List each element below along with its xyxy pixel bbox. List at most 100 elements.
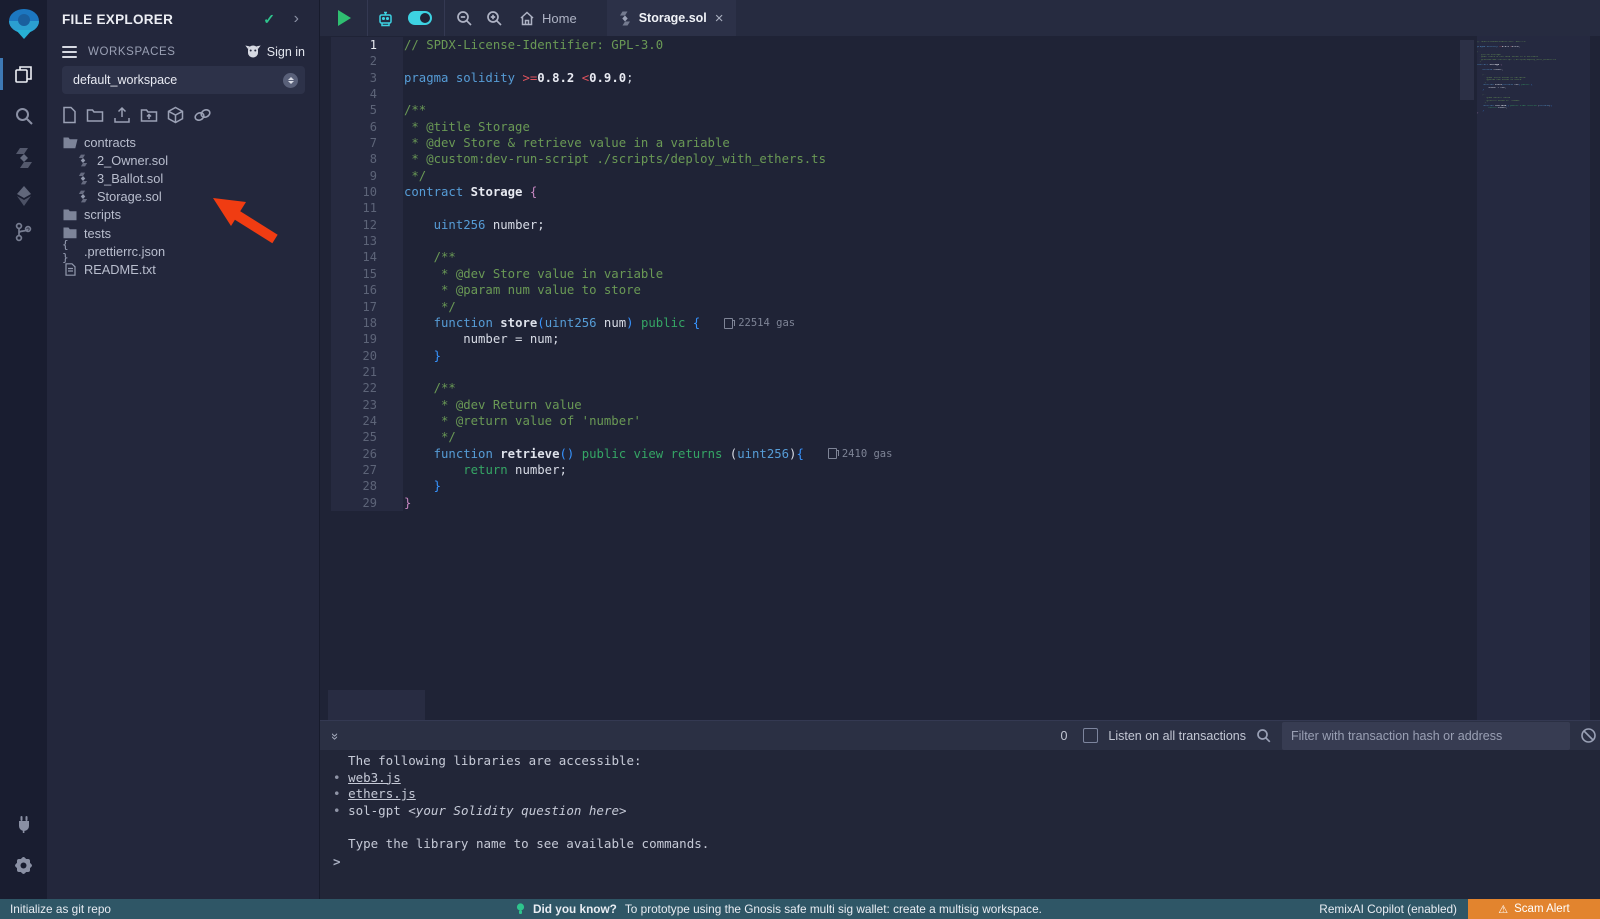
- git-branch-icon[interactable]: [0, 214, 47, 250]
- tree-item--prettierrc-json[interactable]: { }.prettierrc.json: [47, 242, 319, 260]
- code-line-26[interactable]: 26 function retrieve() public view retur…: [331, 446, 892, 462]
- line-number[interactable]: 28: [331, 478, 403, 494]
- code-line-5[interactable]: 5/**: [331, 102, 892, 118]
- code-line-7[interactable]: 7 * @dev Store & retrieve value in a var…: [331, 135, 892, 151]
- line-number[interactable]: 22: [331, 380, 403, 396]
- code-line-24[interactable]: 24 * @return value of 'number': [331, 413, 892, 429]
- line-number[interactable]: 7: [331, 135, 403, 151]
- code-line-8[interactable]: 8 * @custom:dev-run-script ./scripts/dep…: [331, 151, 892, 167]
- line-number[interactable]: 25: [331, 429, 403, 445]
- code-line-4[interactable]: 4: [331, 86, 892, 102]
- workspace-select[interactable]: default_workspace: [62, 66, 305, 94]
- filter-input[interactable]: [1282, 722, 1570, 750]
- home-tab[interactable]: Home: [519, 11, 577, 26]
- line-number[interactable]: 17: [331, 299, 403, 315]
- tree-item-scripts[interactable]: scripts: [47, 206, 319, 224]
- scam-alert-button[interactable]: ⚠ Scam Alert: [1468, 899, 1600, 919]
- code-line-16[interactable]: 16 * @param num value to store: [331, 282, 892, 298]
- copilot-toggle[interactable]: [408, 11, 432, 25]
- line-number[interactable]: 5: [331, 102, 403, 118]
- zoom-out-icon[interactable]: [449, 0, 479, 36]
- sign-in-button[interactable]: Sign in: [245, 45, 305, 59]
- import-link-icon[interactable]: [193, 107, 212, 123]
- tree-item-contracts[interactable]: contracts: [47, 133, 319, 151]
- import-ipfs-cube-icon[interactable]: [167, 106, 184, 124]
- line-number[interactable]: 12: [331, 217, 403, 233]
- clear-filter-block-icon[interactable]: [1580, 727, 1597, 744]
- code-line-27[interactable]: 27 return number;: [331, 462, 892, 478]
- file-explorer-icon[interactable]: [0, 56, 47, 92]
- line-number[interactable]: 13: [331, 233, 403, 249]
- line-number[interactable]: 27: [331, 462, 403, 478]
- line-number[interactable]: 19: [331, 331, 403, 347]
- terminal-prompt[interactable]: >: [333, 854, 341, 869]
- line-number[interactable]: 21: [331, 364, 403, 380]
- line-number[interactable]: 20: [331, 348, 403, 364]
- line-number[interactable]: 2: [331, 53, 403, 69]
- copilot-status[interactable]: RemixAI Copilot (enabled): [1319, 902, 1457, 916]
- line-number[interactable]: 15: [331, 266, 403, 282]
- line-number[interactable]: 9: [331, 168, 403, 184]
- line-number[interactable]: 10: [331, 184, 403, 200]
- code-line-11[interactable]: 11: [331, 200, 892, 216]
- line-number[interactable]: 29: [331, 495, 403, 511]
- tree-item-readme-txt[interactable]: README.txt: [47, 260, 319, 278]
- tree-item-2-owner-sol[interactable]: 2_Owner.sol: [47, 151, 319, 169]
- code-line-29[interactable]: 29}: [331, 495, 892, 511]
- zoom-in-icon[interactable]: [479, 0, 509, 36]
- code-line-2[interactable]: 2: [331, 53, 892, 69]
- line-number[interactable]: 26: [331, 446, 403, 462]
- new-file-icon[interactable]: [62, 106, 77, 124]
- line-number[interactable]: 14: [331, 249, 403, 265]
- listen-all-checkbox[interactable]: [1083, 728, 1098, 743]
- upload-folder-icon[interactable]: [140, 107, 158, 123]
- new-folder-icon[interactable]: [86, 107, 104, 123]
- git-init-button[interactable]: Initialize as git repo: [10, 902, 111, 916]
- line-number[interactable]: 23: [331, 397, 403, 413]
- close-icon[interactable]: ×: [715, 10, 724, 27]
- solidity-compiler-icon[interactable]: [0, 140, 47, 176]
- editor-scrollbar[interactable]: [1460, 40, 1474, 100]
- code-line-28[interactable]: 28 }: [331, 478, 892, 494]
- remix-logo-icon[interactable]: [0, 6, 47, 42]
- minimap[interactable]: // SPDX-License-Identifier: GPL-3.0pragm…: [1477, 36, 1590, 720]
- ai-copilot-robot-icon[interactable]: [368, 0, 402, 36]
- line-number[interactable]: 3: [331, 70, 403, 86]
- code-line-18[interactable]: 18 function store(uint256 num) public {2…: [331, 315, 892, 331]
- code-line-9[interactable]: 9 */: [331, 168, 892, 184]
- tree-item-3-ballot-sol[interactable]: 3_Ballot.sol: [47, 169, 319, 187]
- line-number[interactable]: 16: [331, 282, 403, 298]
- workspace-caret-icon[interactable]: [283, 73, 298, 88]
- tab-storage-sol[interactable]: Storage.sol ×: [607, 0, 736, 36]
- code-line-22[interactable]: 22 /**: [331, 380, 892, 396]
- terminal-search-icon[interactable]: [1256, 728, 1272, 744]
- code-line-25[interactable]: 25 */: [331, 429, 892, 445]
- line-number[interactable]: 4: [331, 86, 403, 102]
- code-line-15[interactable]: 15 * @dev Store value in variable: [331, 266, 892, 282]
- code-editor[interactable]: 1// SPDX-License-Identifier: GPL-3.023pr…: [320, 36, 1600, 720]
- run-script-play-button[interactable]: [338, 10, 351, 26]
- workspaces-menu-icon[interactable]: [62, 46, 77, 58]
- line-number[interactable]: 6: [331, 119, 403, 135]
- line-number[interactable]: 8: [331, 151, 403, 167]
- tree-item-storage-sol[interactable]: Storage.sol: [47, 188, 319, 206]
- code-line-20[interactable]: 20 }: [331, 348, 892, 364]
- chevron-right-icon[interactable]: ›: [294, 10, 299, 28]
- line-number[interactable]: 18: [331, 315, 403, 331]
- upload-file-icon[interactable]: [113, 106, 131, 124]
- code-line-3[interactable]: 3pragma solidity >=0.8.2 <0.9.0;: [331, 70, 892, 86]
- code-line-17[interactable]: 17 */: [331, 299, 892, 315]
- code-line-6[interactable]: 6 * @title Storage: [331, 119, 892, 135]
- code-line-1[interactable]: 1// SPDX-License-Identifier: GPL-3.0: [331, 37, 892, 53]
- code-line-10[interactable]: 10contract Storage {: [331, 184, 892, 200]
- code-line-12[interactable]: 12 uint256 number;: [331, 217, 892, 233]
- terminal[interactable]: The following libraries are accessible:•…: [320, 750, 1600, 899]
- deploy-run-icon[interactable]: [0, 178, 47, 214]
- line-number[interactable]: 11: [331, 200, 403, 216]
- settings-gear-icon[interactable]: [0, 847, 47, 883]
- code-line-23[interactable]: 23 * @dev Return value: [331, 397, 892, 413]
- code-line-21[interactable]: 21: [331, 364, 892, 380]
- search-icon[interactable]: [0, 98, 47, 134]
- code-line-13[interactable]: 13: [331, 233, 892, 249]
- line-number[interactable]: 1: [331, 37, 403, 53]
